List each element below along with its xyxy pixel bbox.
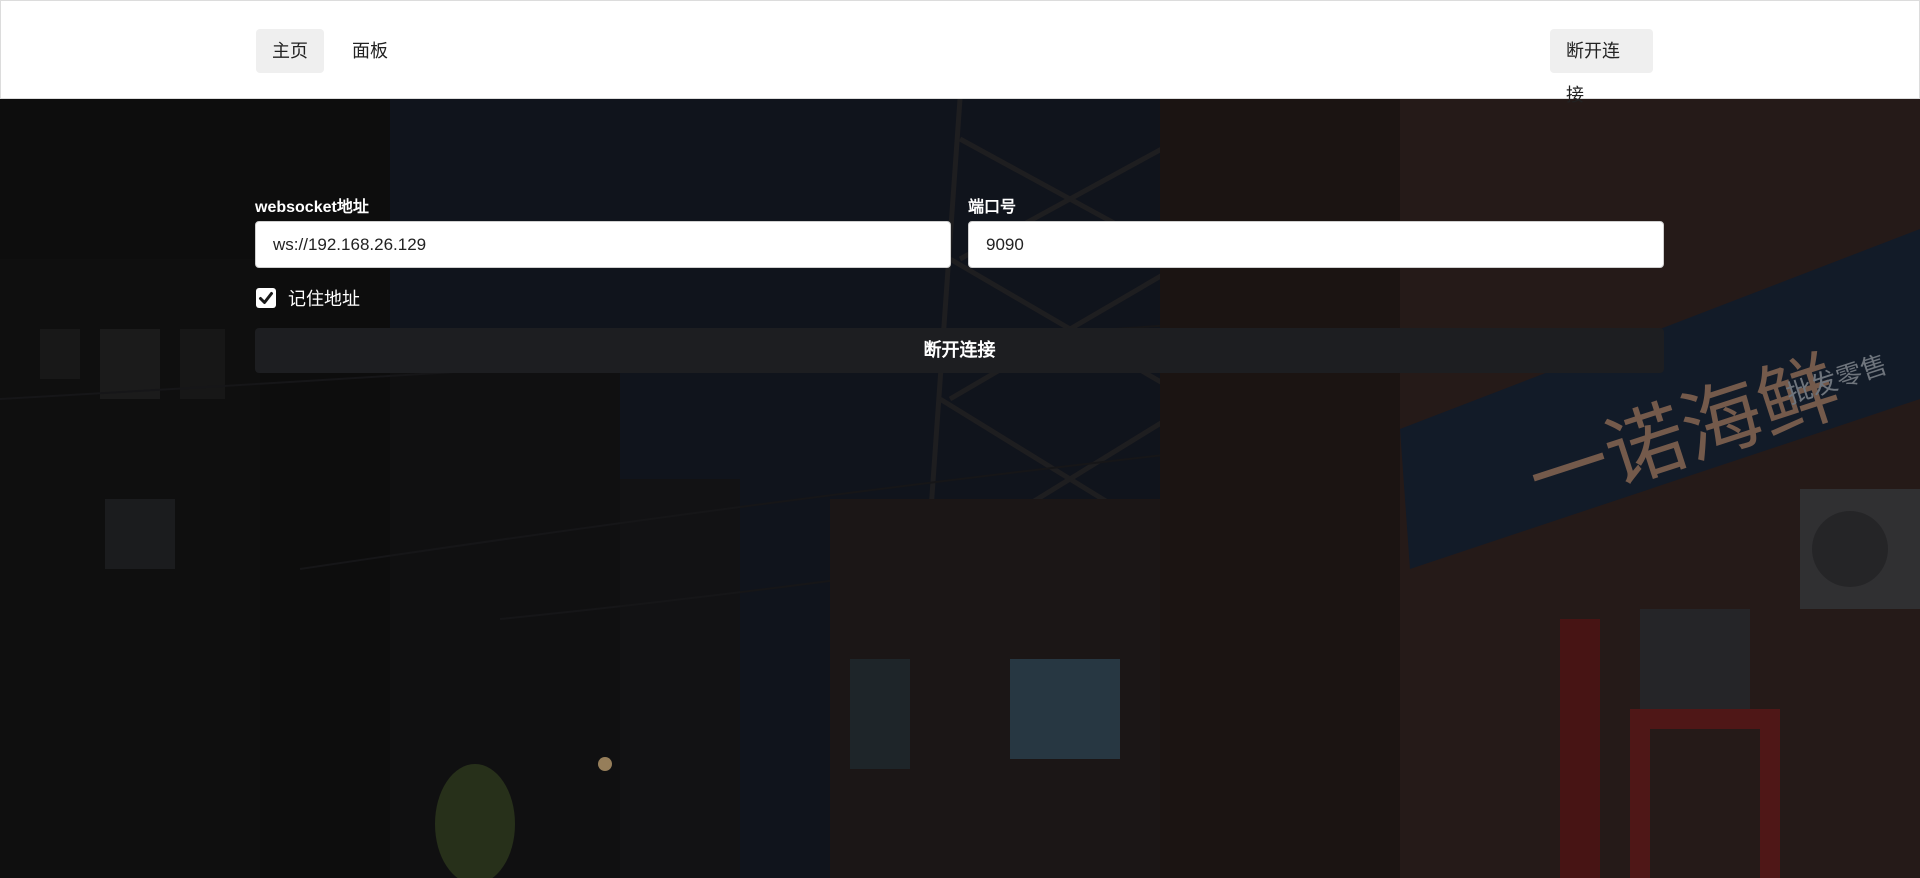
nav-panel-button[interactable]: 面板 [336,29,406,73]
nav-disconnect-button[interactable]: 断开连接 [1550,29,1653,105]
websocket-address-label: websocket地址 [255,199,369,216]
port-label: 端口号 [968,199,1017,216]
port-input[interactable] [968,221,1664,268]
websocket-address-input[interactable] [255,221,951,268]
remember-address-checkbox[interactable] [256,288,276,308]
nav-home-button[interactable]: 主页 [256,29,324,73]
remember-address-row: 记住地址 [256,286,360,310]
remember-address-label: 记住地址 [288,289,360,309]
disconnect-button[interactable]: 断开连接 [255,328,1664,373]
checkmark-icon [259,292,273,304]
top-navbar: 主页 面板 断开连接 [0,0,1920,105]
